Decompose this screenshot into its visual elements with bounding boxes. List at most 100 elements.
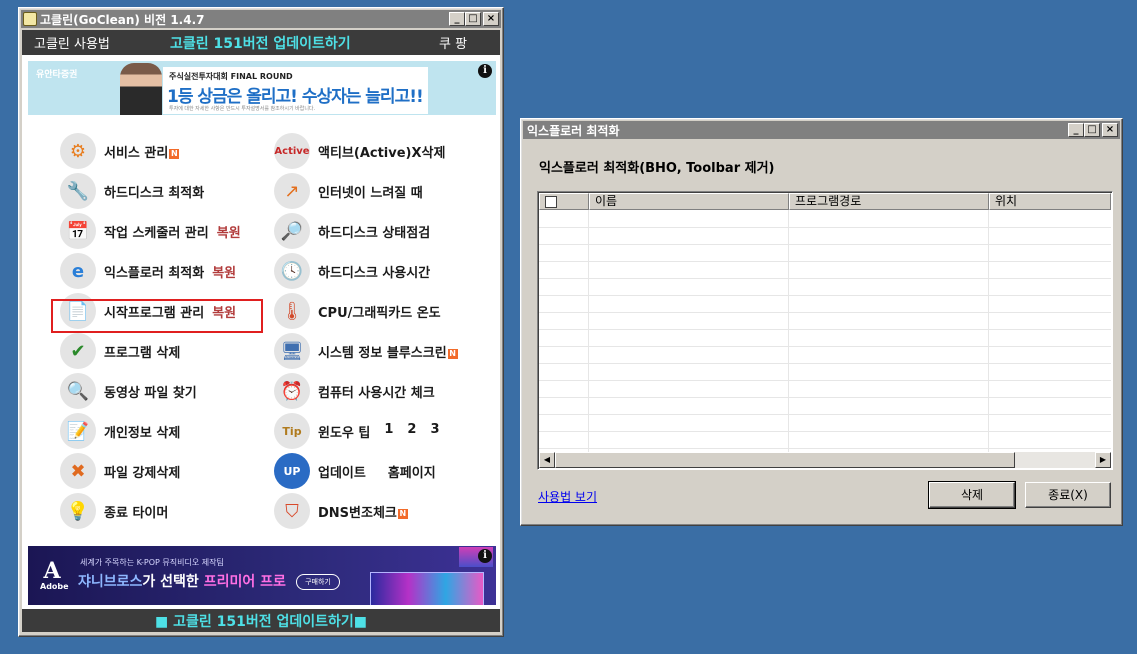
ad-video-image [370, 572, 484, 605]
maximize-button[interactable]: □ [1084, 123, 1100, 137]
menu-item-label: 하드디스크 사용시간 [318, 265, 431, 281]
tip-icon: Tip [274, 413, 310, 449]
bottom-update-bar[interactable]: ■ 고클린 151버전 업데이트하기■ [22, 609, 500, 632]
activex-icon: Active [274, 133, 310, 169]
row-gridline [539, 329, 1111, 330]
close-button[interactable]: × [1102, 123, 1118, 137]
windows-tip-label: 윈도우 팁 [318, 425, 371, 441]
scroll-thumb[interactable] [555, 452, 1015, 468]
main-title-bar[interactable]: 고클린(GoClean) 비전 1.4.7 _ □ × [21, 10, 501, 28]
ie-title-bar[interactable]: 익스플로러 최적화 _ □ × [523, 121, 1120, 139]
bottom-ad-banner[interactable]: A Adobe 세계가 주목하는 K-POP 뮤직비디오 제작팀 쟈니브로스가 … [28, 546, 496, 605]
menu-item-video-search[interactable]: 🔍 동영상 파일 찾기 [60, 373, 197, 409]
menu-item-label: 하드디스크 최적화 [104, 185, 205, 201]
row-gridline [539, 312, 1111, 313]
menu-item-activex-delete[interactable]: Active 액티브(Active)X삭제 [274, 133, 445, 169]
menu-item-label: 시스템 정보 블루스크린 N [318, 345, 458, 361]
menu-item-label: 윈도우 팁 1 2 3 [318, 422, 454, 441]
ad-text-card: 주식실전투자대회 FINAL ROUND 1등 상금은 올리고! 수상자는 늘리… [163, 67, 428, 114]
scroll-left-button[interactable]: ◀ [539, 452, 555, 468]
adobe-brand-text: Adobe [40, 582, 69, 591]
new-badge: N [397, 508, 408, 519]
menu-item-task-scheduler[interactable]: 📅 작업 스케줄러 관리 복원 [60, 213, 241, 249]
ad-buy-button[interactable]: 구매하기 [296, 574, 340, 590]
restore-link[interactable]: 복원 [217, 222, 241, 241]
menu-item-label: 개인정보 삭제 [104, 425, 181, 441]
menu-item-cpu-temp[interactable]: 🌡 CPU/그래픽카드 온도 [274, 293, 441, 329]
column-header-path[interactable]: 프로그램경로 [789, 193, 989, 210]
menu-item-slow-internet[interactable]: ↗ 인터넷이 느려질 때 [274, 173, 423, 209]
menu-item-disk-usage-time[interactable]: 🕓 하드디스크 사용시간 [274, 253, 430, 289]
close-dialog-button[interactable]: 종료(X) [1025, 482, 1111, 508]
menu-item-label: 파일 강제삭제 [104, 465, 181, 481]
top-ad-banner[interactable]: 유안타증권 주식실전투자대회 FINAL ROUND 1등 상금은 올리고! 수… [28, 61, 496, 115]
menu-item-label: 인터넷이 느려질 때 [318, 185, 423, 201]
minimize-button[interactable]: _ [449, 12, 465, 26]
menu-item-ie-optimize[interactable]: e 익스플로러 최적화 복원 [60, 253, 236, 289]
table-header: 이름 프로그램경로 위치 [539, 193, 1111, 210]
homepage-link[interactable]: 홈페이지 [388, 462, 436, 481]
column-header-name[interactable]: 이름 [589, 193, 789, 210]
column-divider [788, 210, 789, 452]
menu-update-link[interactable]: 고클린 151버전 업데이트하기 [170, 33, 351, 53]
goclean-main-window: 고클린(GoClean) 비전 1.4.7 _ □ × 고클린 사용법 고클린 … [18, 7, 504, 637]
menu-item-update: UP 업데이트 홈페이지 [274, 453, 450, 489]
windows-tip-link-1[interactable]: 1 [384, 422, 393, 441]
checklist-icon: ✔ [60, 333, 96, 369]
main-menu-bar: 고클린 사용법 고클린 151버전 업데이트하기 쿠 팡 [22, 30, 500, 55]
column-divider [988, 210, 989, 452]
row-gridline [539, 431, 1111, 432]
clock-icon: ⏰ [274, 373, 310, 409]
horizontal-scrollbar[interactable]: ◀ ▶ [539, 452, 1111, 468]
menu-item-label: 액티브(Active)X삭제 [318, 145, 446, 161]
ad-info-icon[interactable]: i [478, 549, 492, 563]
main-window-title: 고클린(GoClean) 비전 1.4.7 [40, 12, 205, 27]
menu-item-shutdown-timer[interactable]: 💡 종료 타이머 [60, 493, 168, 529]
main-content: 유안타증권 주식실전투자대회 FINAL ROUND 1등 상금은 올리고! 수… [22, 55, 500, 609]
column-header-location[interactable]: 위치 [989, 193, 1111, 210]
minimize-button[interactable]: _ [1068, 123, 1084, 137]
menu-item-force-delete[interactable]: ✖ 파일 강제삭제 [60, 453, 180, 489]
select-all-checkbox-header[interactable] [539, 193, 589, 210]
menu-item-label: 하드디스크 상태점검 [318, 225, 431, 241]
menu-item-dns-check[interactable]: ⛉ DNS변조체크 N [274, 493, 408, 529]
menu-usage-link[interactable]: 고클린 사용법 [34, 33, 110, 52]
menu-item-service-manage[interactable]: ⚙ 서비스 관리 N [60, 133, 180, 169]
scroll-right-button[interactable]: ▶ [1095, 452, 1111, 468]
menu-item-program-delete[interactable]: ✔ 프로그램 삭제 [60, 333, 180, 369]
table-body [539, 210, 1111, 452]
bho-list-table[interactable]: 이름 프로그램경로 위치 ◀ ▶ [537, 191, 1113, 470]
column-divider [588, 210, 589, 452]
windows-tip-link-2[interactable]: 2 [407, 422, 416, 441]
menu-item-label: 프로그램 삭제 [104, 345, 181, 361]
new-badge: N [447, 348, 458, 359]
select-all-checkbox[interactable] [545, 196, 557, 208]
menu-item-label: CPU/그래픽카드 온도 [318, 305, 441, 321]
close-button[interactable]: × [483, 12, 499, 26]
delete-button[interactable]: 삭제 [928, 481, 1016, 509]
row-gridline [539, 295, 1111, 296]
row-gridline [539, 261, 1111, 262]
ad-bottom-subtitle: 세계가 주목하는 K-POP 뮤직비디오 제작팀 [80, 558, 224, 567]
computer-icon: 🖥 [274, 333, 310, 369]
menu-item-label: 종료 타이머 [104, 505, 169, 521]
maximize-button[interactable]: □ [465, 12, 481, 26]
menu-item-disk-health[interactable]: 🔎 하드디스크 상태점검 [274, 213, 430, 249]
update-link[interactable]: 업데이트 [318, 462, 366, 481]
scroll-track[interactable] [555, 452, 1095, 468]
arrow-up-icon: ↗ [274, 173, 310, 209]
menu-coupang-link[interactable]: 쿠 팡 [439, 33, 467, 52]
menu-item-privacy-delete[interactable]: 📝 개인정보 삭제 [60, 413, 180, 449]
menu-item-pc-usage-time[interactable]: ⏰ 컴퓨터 사용시간 체크 [274, 373, 435, 409]
row-gridline [539, 278, 1111, 279]
magnifier-icon: 🔍 [60, 373, 96, 409]
menu-item-system-info[interactable]: 🖥 시스템 정보 블루스크린 N [274, 333, 458, 369]
restore-link[interactable]: 복원 [212, 262, 236, 281]
ad-info-icon[interactable]: i [478, 64, 492, 78]
row-gridline [539, 363, 1111, 364]
windows-tip-link-3[interactable]: 3 [430, 422, 439, 441]
ad-fine-print: 투자에 대한 자세한 사항은 반드시 투자설명서를 참조하시기 바랍니다. [169, 106, 316, 112]
row-gridline [539, 448, 1111, 449]
menu-item-disk-optimize[interactable]: 🔧 하드디스크 최적화 [60, 173, 204, 209]
usage-help-link[interactable]: 사용법 보기 [538, 488, 597, 505]
